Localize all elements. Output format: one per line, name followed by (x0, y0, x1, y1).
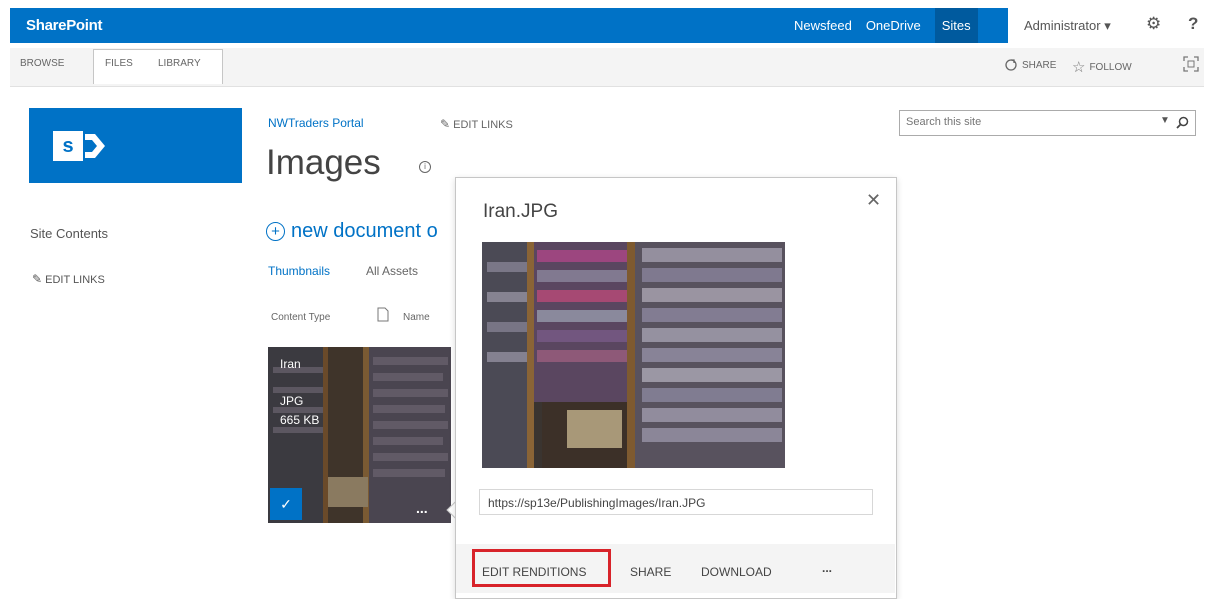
share-button[interactable]: SHARE (1004, 58, 1056, 72)
gear-icon[interactable]: ⚙ (1146, 14, 1161, 34)
column-content-type[interactable]: Content Type (271, 312, 330, 323)
follow-button[interactable]: ☆ FOLLOW (1072, 58, 1132, 76)
sharepoint-logo-icon: s (53, 131, 83, 161)
star-icon: ☆ (1072, 59, 1086, 76)
highlight-box (472, 549, 611, 587)
topnav-edit-links[interactable]: ✎ EDIT LINKS (440, 117, 513, 131)
add-icon: + (266, 222, 285, 241)
leftnav-edit-links[interactable]: ✎ EDIT LINKS (32, 272, 105, 286)
suite-link-onedrive[interactable]: OneDrive (866, 18, 921, 33)
suite-link-sites[interactable]: Sites (934, 8, 978, 43)
download-button[interactable]: DOWNLOAD (701, 565, 772, 579)
search-input[interactable] (904, 115, 1158, 129)
search-box: ▼ (899, 110, 1196, 136)
ribbon: BROWSE FILES LIBRARY SHARE ☆ FOLLOW (10, 48, 1204, 87)
share-label: SHARE (1022, 59, 1057, 71)
callout-url-field[interactable] (486, 495, 860, 511)
view-thumbnails[interactable]: Thumbnails (268, 264, 330, 278)
callout-share-button[interactable]: SHARE (630, 565, 671, 579)
follow-label: FOLLOW (1089, 61, 1132, 73)
tab-library[interactable]: LIBRARY (158, 58, 201, 69)
thumbnail-title: Iran (280, 357, 301, 371)
callout-more-button[interactable]: ... (822, 561, 832, 575)
user-name: Administrator (1024, 17, 1101, 33)
user-menu[interactable]: Administrator ▾ (1024, 18, 1111, 34)
column-name[interactable]: Name (403, 312, 430, 323)
help-button[interactable]: ? (1188, 14, 1198, 34)
view-all-assets[interactable]: All Assets (366, 264, 418, 278)
search-icon[interactable] (1176, 116, 1189, 129)
info-icon[interactable]: i (419, 161, 431, 173)
user-area: Administrator ▾ ⚙ ? (1008, 8, 1204, 43)
pencil-icon: ✎ (32, 272, 43, 286)
callout-image (482, 242, 785, 468)
pencil-icon: ✎ (440, 117, 451, 131)
page-title: Images (266, 143, 381, 182)
callout-title: Iran.JPG (483, 201, 558, 222)
search-scope-dropdown-icon[interactable]: ▼ (1160, 115, 1170, 126)
site-contents-link[interactable]: Site Contents (30, 226, 108, 241)
callout-url-box (479, 489, 873, 515)
focus-icon[interactable] (1183, 56, 1199, 72)
suite-bar: SharePoint Newsfeed OneDrive Sites Admin… (10, 8, 1204, 43)
topnav-edit-links-label: EDIT LINKS (453, 119, 513, 131)
select-item-checkbox[interactable]: ✓ (270, 488, 302, 520)
share-icon (1005, 59, 1017, 71)
tab-files[interactable]: FILES (105, 58, 133, 69)
new-document-link[interactable]: + new document o (266, 220, 438, 243)
breadcrumb-site-link[interactable]: NWTraders Portal (268, 116, 364, 130)
new-document-label: new document o (291, 220, 438, 242)
thumbnail-file-type: JPG (280, 394, 304, 408)
site-logo[interactable]: s (29, 108, 242, 183)
thumbnail-file-size: 665 KB (280, 413, 320, 427)
document-icon (377, 307, 389, 325)
tab-browse[interactable]: BROWSE (20, 58, 64, 69)
logo-arrow-icon (85, 134, 105, 158)
close-icon[interactable]: ✕ (866, 190, 881, 211)
sharepoint-brand-link[interactable]: SharePoint (26, 17, 102, 34)
item-more-button[interactable]: ... (416, 500, 428, 516)
suite-link-newsfeed[interactable]: Newsfeed (794, 18, 852, 33)
leftnav-edit-links-label: EDIT LINKS (45, 274, 105, 286)
suite-links: Newsfeed OneDrive Sites (794, 8, 978, 43)
callout-preview-image (482, 242, 785, 468)
user-caret-icon: ▾ (1104, 17, 1111, 33)
